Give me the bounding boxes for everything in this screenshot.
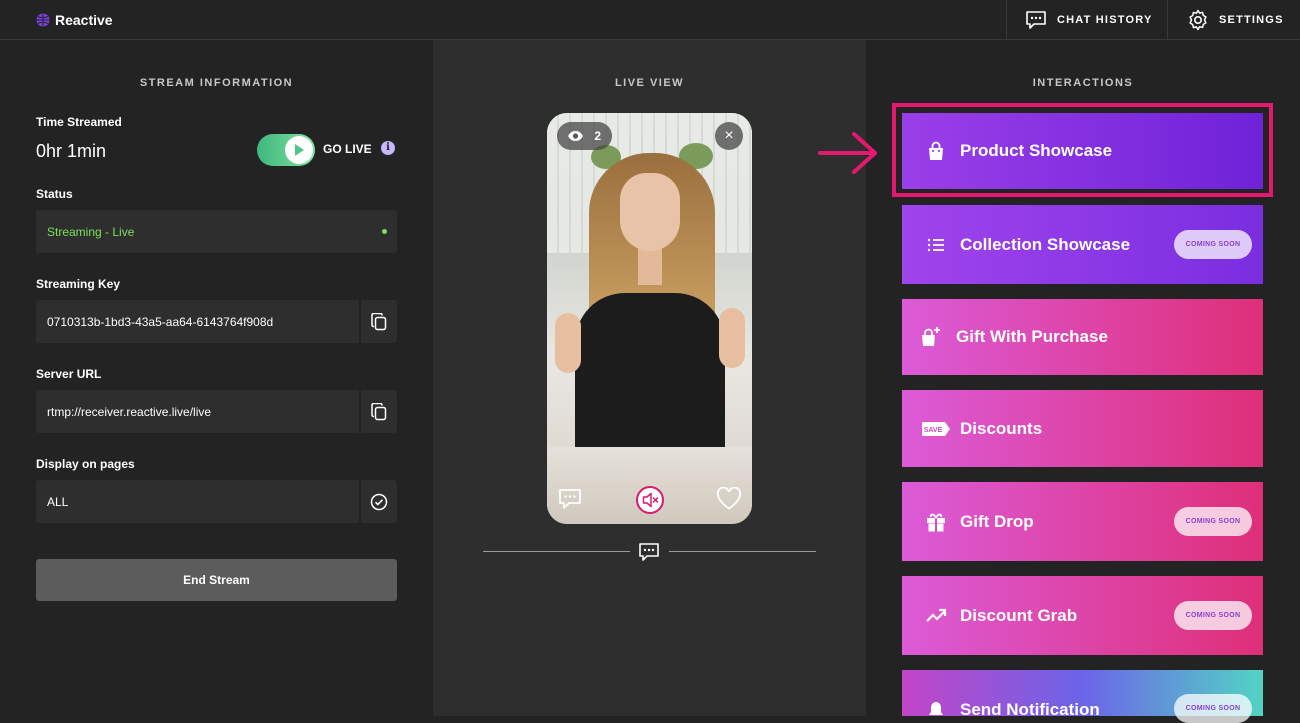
live-view-panel: LIVE VIEW 2 × [433, 40, 866, 716]
heart-icon[interactable] [716, 487, 742, 511]
copy-icon [371, 402, 387, 420]
copy-key-button[interactable] [359, 300, 397, 343]
interaction-label: Gift With Purchase [956, 327, 1108, 346]
live-video-preview[interactable]: 2 × [547, 113, 752, 524]
app-name: Reactive [55, 12, 113, 28]
eye-icon [568, 131, 583, 141]
display-pages-field[interactable]: ALL [36, 480, 397, 523]
divider-left [483, 551, 630, 552]
trending-up-icon [902, 605, 960, 627]
video-person-hand [719, 308, 745, 368]
display-pages-value: ALL [47, 494, 69, 509]
settings-label: SETTINGS [1219, 14, 1284, 26]
interaction-label: Gift Drop [960, 511, 1034, 531]
chat-history-button[interactable]: CHAT HISTORY [1006, 0, 1168, 40]
viewer-count-badge: 2 [557, 122, 612, 150]
toggle-knob [285, 136, 313, 164]
interaction-label: Send Notification [960, 700, 1100, 719]
app-logo[interactable]: Reactive [36, 12, 113, 28]
server-url-value: rtmp://receiver.reactive.live/live [47, 404, 212, 419]
interaction-discount-grab[interactable]: Discount Grab COMING SOON [902, 576, 1263, 655]
interaction-collection-showcase[interactable]: Collection Showcase COMING SOON [902, 205, 1263, 284]
coming-soon-badge[interactable]: COMING SOON [1174, 507, 1252, 536]
gift-icon [902, 511, 960, 533]
settings-button[interactable]: SETTINGS [1167, 0, 1300, 40]
status-field: Streaming - Live [36, 210, 397, 253]
video-person-body [575, 293, 725, 453]
copy-icon [371, 312, 387, 330]
stream-information-panel: STREAM INFORMATION Time Streamed 0hr 1mi… [0, 40, 433, 716]
top-bar: Reactive CHAT HISTORY SETTINGS [0, 0, 1300, 40]
streaming-key-field[interactable]: 0710313b-1bd3-43a5-aa64-6143764f908d [36, 300, 397, 343]
live-view-title: LIVE VIEW [614, 77, 685, 89]
interaction-label: Discount Grab [960, 605, 1078, 625]
time-streamed-label: Time Streamed [36, 115, 122, 129]
divider-right [669, 551, 816, 552]
save-tag-icon: SAVE [902, 421, 960, 437]
gift-bag-icon [902, 326, 956, 348]
coming-soon-badge[interactable]: COMING SOON [1174, 601, 1252, 630]
mute-icon[interactable] [636, 486, 664, 514]
status-value: Streaming - Live [47, 224, 135, 239]
interaction-discounts[interactable]: SAVE Discounts [902, 390, 1263, 467]
server-url-label: Server URL [36, 367, 102, 381]
confirm-pages-button[interactable] [359, 480, 397, 523]
play-icon [295, 144, 304, 156]
interaction-gift-with-purchase[interactable]: Gift With Purchase [902, 299, 1263, 375]
close-button[interactable]: × [715, 122, 743, 150]
chat-toggle-icon[interactable] [638, 541, 660, 563]
highlight-box [892, 103, 1273, 197]
interaction-label: Discounts [960, 418, 1043, 438]
check-circle-icon [370, 493, 388, 510]
viewer-count: 2 [594, 129, 601, 143]
list-icon [902, 234, 960, 256]
coming-soon-badge[interactable]: COMING SOON [1174, 694, 1252, 723]
time-streamed-value: 0hr 1min [36, 141, 107, 161]
streaming-key-label: Streaming Key [36, 277, 121, 291]
display-pages-label: Display on pages [36, 457, 135, 471]
globe-icon [36, 13, 50, 27]
gear-icon [1189, 9, 1207, 31]
stream-information-title: STREAM INFORMATION [139, 77, 294, 89]
end-stream-button[interactable]: End Stream [36, 559, 397, 601]
server-url-field[interactable]: rtmp://receiver.reactive.live/live [36, 390, 397, 433]
info-icon[interactable]: i [381, 141, 395, 155]
live-indicator-dot [382, 229, 387, 234]
streaming-key-value: 0710313b-1bd3-43a5-aa64-6143764f908d [47, 314, 274, 329]
interaction-label: Collection Showcase [960, 234, 1131, 254]
go-live-toggle[interactable] [257, 134, 315, 166]
coming-soon-badge[interactable]: COMING SOON [1174, 230, 1252, 259]
video-person-neck [638, 245, 662, 285]
chat-history-label: CHAT HISTORY [1057, 14, 1153, 26]
save-tag-text: SAVE [924, 427, 943, 434]
interactions-title: INTERACTIONS [1032, 77, 1134, 89]
video-person-face [620, 173, 680, 251]
interaction-gift-drop[interactable]: Gift Drop COMING SOON [902, 482, 1263, 561]
comment-icon[interactable] [558, 487, 582, 511]
chat-icon [1026, 11, 1046, 29]
interaction-send-notification[interactable]: Send Notification COMING SOON [902, 670, 1263, 723]
bell-icon [902, 698, 960, 720]
video-person-hand [555, 313, 581, 373]
status-label: Status [36, 187, 73, 201]
copy-url-button[interactable] [359, 390, 397, 433]
arrow-right-icon [818, 132, 877, 174]
go-live-label: GO LIVE [323, 142, 372, 156]
